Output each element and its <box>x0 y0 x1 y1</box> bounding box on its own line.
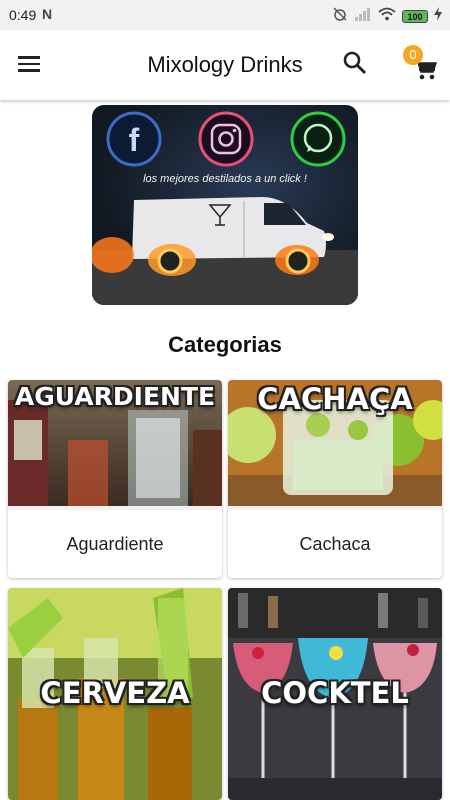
category-image-cocktel: COCKTEL <box>228 588 442 800</box>
svg-text:f: f <box>129 122 140 158</box>
categories-heading: Categorias <box>168 332 282 357</box>
menu-icon <box>18 56 52 72</box>
charging-icon <box>434 7 442 26</box>
category-image-cerveza: CERVEZA <box>8 588 222 800</box>
category-label-aguardiente: Aguardiente <box>8 506 222 578</box>
search-button[interactable] <box>342 50 372 80</box>
search-icon <box>343 51 367 75</box>
category-overlay-cachaca: CACHAÇA <box>257 382 413 416</box>
category-label-cachaca: Cachaca <box>228 506 442 578</box>
app-bar: Mixology Drinks 0 <box>0 30 450 100</box>
notification-n-icon: N <box>42 6 53 22</box>
category-overlay-aguardiente: AGUARDIENTE <box>14 382 216 411</box>
signal-icon <box>354 7 372 26</box>
category-card-cocktel[interactable]: COCKTEL <box>228 588 442 800</box>
category-overlay-cerveza: CERVEZA <box>40 676 190 710</box>
status-time: 0:49 <box>9 7 37 23</box>
cart-count-badge: 0 <box>403 45 423 65</box>
battery-icon: 100 <box>402 10 428 23</box>
category-card-cachaca[interactable]: CACHAÇA Cachaca <box>228 380 442 578</box>
category-overlay-cocktel: COCKTEL <box>261 676 409 710</box>
category-image-cachaca: CACHAÇA <box>228 380 442 506</box>
category-card-aguardiente[interactable]: AGUARDIENTE Aguardiente <box>8 380 222 578</box>
category-image-aguardiente: AGUARDIENTE <box>8 380 222 506</box>
app-title: Mixology Drinks <box>147 52 303 77</box>
banner-art: f <box>92 111 358 305</box>
category-card-cerveza[interactable]: CERVEZA <box>8 588 222 800</box>
facebook-icon: f <box>106 111 162 167</box>
whatsapp-icon <box>290 111 346 167</box>
instagram-icon <box>198 111 254 167</box>
status-bar: 0:49 N 100 <box>0 0 450 30</box>
banner-tagline: los mejores destilados a un click ! <box>143 173 307 185</box>
promo-banner[interactable]: f los mejores destilados a un click ! <box>92 105 358 305</box>
menu-button[interactable] <box>18 52 52 78</box>
alarm-off-icon <box>332 6 348 27</box>
wifi-icon <box>378 7 396 26</box>
